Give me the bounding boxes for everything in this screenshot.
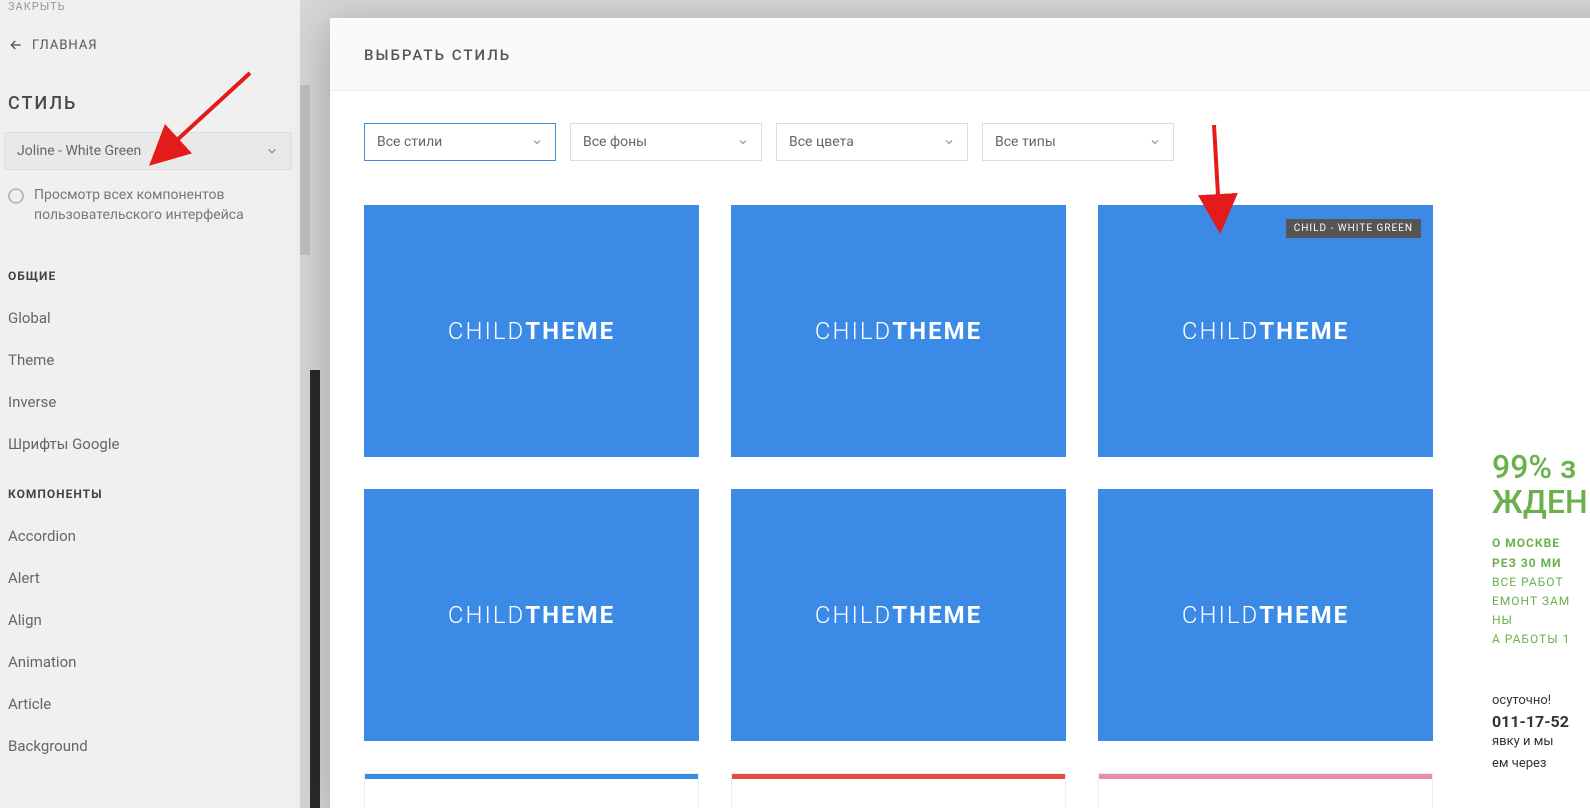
sidebar-title: СТИЛЬ bbox=[0, 73, 300, 132]
theme-grid: CHILDTHEME CHILDTHEME CHILD - WHITE GREE… bbox=[364, 205, 1590, 808]
preview-toggle[interactable]: Просмотр всех компонентов пользовательск… bbox=[0, 186, 300, 247]
theme-card-title: CHILDTHEME bbox=[1182, 601, 1349, 629]
style-select-value: Joline - White Green bbox=[17, 143, 141, 159]
scrollbar[interactable] bbox=[300, 85, 310, 255]
filter-types[interactable]: Все типы bbox=[982, 123, 1174, 161]
info-line: осуточно! bbox=[1492, 690, 1590, 712]
arrow-left-icon bbox=[8, 37, 24, 53]
theme-card[interactable]: CHILDTHEME bbox=[731, 489, 1066, 741]
style-select[interactable]: Joline - White Green bbox=[4, 132, 292, 170]
side-item-inverse[interactable]: Inverse bbox=[0, 381, 300, 423]
filter-colors[interactable]: Все цвета bbox=[776, 123, 968, 161]
preview-toggle-label: Просмотр всех компонентов пользовательск… bbox=[34, 186, 290, 225]
card-topline bbox=[365, 774, 698, 779]
side-item-alert[interactable]: Alert bbox=[0, 557, 300, 599]
section-header-components: КОМПОНЕНТЫ bbox=[0, 465, 300, 515]
theme-card[interactable]: CHILDTHEME bbox=[364, 489, 699, 741]
headline: 99% з bbox=[1492, 340, 1590, 485]
side-item-align[interactable]: Align bbox=[0, 599, 300, 641]
modal-header: ВЫБРАТЬ СТИЛЬ bbox=[330, 18, 1590, 91]
side-item-global[interactable]: Global bbox=[0, 297, 300, 339]
dark-strip bbox=[310, 370, 320, 808]
modal-title: ВЫБРАТЬ СТИЛЬ bbox=[364, 46, 1590, 64]
chevron-down-icon bbox=[265, 144, 279, 158]
filters-row: Все стили Все фоны Все цвета Все типы bbox=[364, 123, 1590, 161]
filter-label: Все типы bbox=[995, 134, 1056, 150]
theme-card-title: CHILDTHEME bbox=[815, 317, 982, 345]
side-item-animation[interactable]: Animation bbox=[0, 641, 300, 683]
theme-card[interactable]: CHILD - WHITE GREEN CHILDTHEME bbox=[1098, 205, 1433, 457]
style-modal: ВЫБРАТЬ СТИЛЬ Все стили Все фоны Все цве… bbox=[330, 18, 1590, 808]
radio-icon bbox=[8, 188, 24, 204]
theme-card[interactable]: CHILDTHEME bbox=[1098, 489, 1433, 741]
chevron-down-icon bbox=[737, 136, 749, 148]
phone-number: 011-17-52 bbox=[1492, 712, 1590, 731]
feature-line: О МОСКВЕ bbox=[1492, 534, 1590, 553]
theme-card[interactable] bbox=[364, 773, 699, 808]
theme-card[interactable] bbox=[1098, 773, 1433, 808]
back-label: ГЛАВНАЯ bbox=[32, 38, 98, 53]
chevron-down-icon bbox=[1149, 136, 1161, 148]
card-topline bbox=[1099, 774, 1432, 779]
theme-card[interactable]: CHILDTHEME bbox=[364, 205, 699, 457]
theme-badge: CHILD - WHITE GREEN bbox=[1286, 219, 1421, 238]
theme-card-title: CHILDTHEME bbox=[815, 601, 982, 629]
feature-line: РЕЗ 30 МИ bbox=[1492, 554, 1590, 573]
feature-line: А РАБОТЫ 1 bbox=[1492, 630, 1590, 649]
modal-body[interactable]: Все стили Все фоны Все цвета Все типы bbox=[330, 91, 1590, 808]
section-header-general: ОБЩИЕ bbox=[0, 247, 300, 297]
filter-backgrounds[interactable]: Все фоны bbox=[570, 123, 762, 161]
side-item-article[interactable]: Article bbox=[0, 683, 300, 725]
feature-line: ВСЕ РАБОТ bbox=[1492, 573, 1590, 592]
chevron-down-icon bbox=[943, 136, 955, 148]
info-line: явку и мы bbox=[1492, 731, 1590, 753]
close-button[interactable]: ЗАКРЫТЬ bbox=[0, 0, 300, 21]
theme-card-title: CHILDTHEME bbox=[448, 317, 615, 345]
feature-line: ЕМОНТ ЗАМ bbox=[1492, 592, 1590, 611]
back-button[interactable]: ГЛАВНАЯ bbox=[0, 21, 300, 73]
info-line: ем через bbox=[1492, 753, 1590, 775]
chevron-down-icon bbox=[531, 136, 543, 148]
theme-card-title: CHILDTHEME bbox=[1182, 317, 1349, 345]
theme-card[interactable] bbox=[731, 773, 1066, 808]
side-item-google-fonts[interactable]: Шрифты Google bbox=[0, 423, 300, 465]
sidebar: ЗАКРЫТЬ ГЛАВНАЯ СТИЛЬ Joline - White Gre… bbox=[0, 0, 300, 808]
card-topline bbox=[732, 774, 1065, 779]
main-background: ВЫБРАТЬ СТИЛЬ Все стили Все фоны Все цве… bbox=[300, 0, 1590, 808]
filter-styles[interactable]: Все стили bbox=[364, 123, 556, 161]
side-item-accordion[interactable]: Accordion bbox=[0, 515, 300, 557]
filter-label: Все цвета bbox=[789, 134, 854, 150]
theme-card-title: CHILDTHEME bbox=[448, 601, 615, 629]
side-item-theme[interactable]: Theme bbox=[0, 339, 300, 381]
feature-line: НЫ bbox=[1492, 611, 1590, 630]
filter-label: Все фоны bbox=[583, 134, 647, 150]
filter-label: Все стили bbox=[377, 134, 442, 150]
headline: ЖДЕН bbox=[1492, 485, 1590, 520]
side-item-background[interactable]: Background bbox=[0, 725, 300, 767]
background-page-clip: 99% з ЖДЕН О МОСКВЕ РЕЗ 30 МИ ВСЕ РАБОТ … bbox=[1490, 340, 1590, 808]
theme-card[interactable]: CHILDTHEME bbox=[731, 205, 1066, 457]
